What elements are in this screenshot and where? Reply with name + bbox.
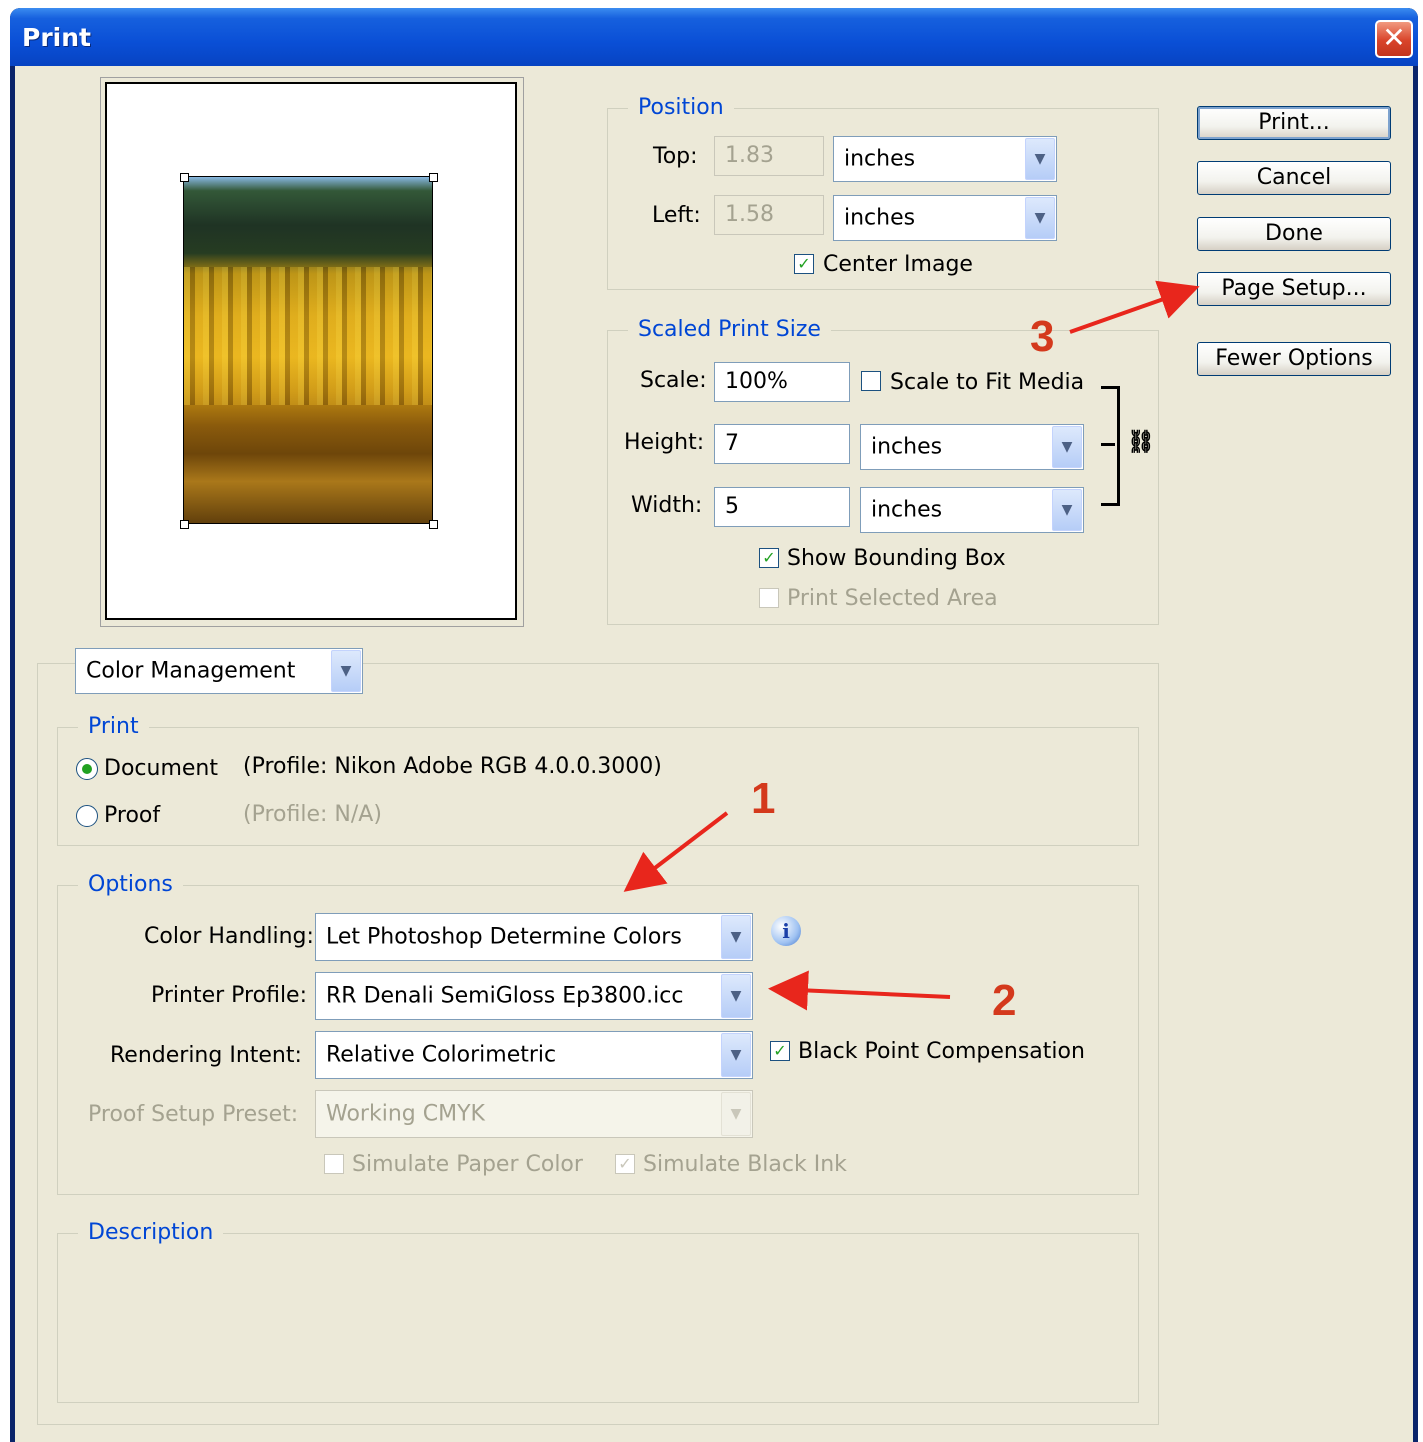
printer-profile-label: Printer Profile: xyxy=(151,983,307,1008)
width-unit-value: inches xyxy=(871,497,943,523)
top-input[interactable]: 1.83 xyxy=(714,136,824,176)
options-legend: Options xyxy=(78,872,183,897)
proof-setup-select[interactable]: Working CMYK ▼ xyxy=(315,1090,753,1138)
left-label: Left: xyxy=(652,203,701,228)
chevron-down-icon[interactable]: ▼ xyxy=(721,1033,751,1077)
proof-radio[interactable] xyxy=(76,805,98,827)
link-bracket-tick xyxy=(1101,443,1115,446)
document-radio[interactable] xyxy=(76,758,98,780)
chevron-down-icon[interactable]: ▼ xyxy=(1052,426,1082,468)
rendering-intent-select[interactable]: Relative Colorimetric ▼ xyxy=(315,1031,753,1079)
proof-setup-label: Proof Setup Preset: xyxy=(88,1102,299,1127)
width-input[interactable]: 5 xyxy=(714,487,850,527)
color-handling-label: Color Handling: xyxy=(144,924,314,949)
chevron-down-icon[interactable]: ▼ xyxy=(721,974,751,1018)
printer-profile-select[interactable]: RR Denali SemiGloss Ep3800.icc ▼ xyxy=(315,972,753,1020)
chevron-down-icon[interactable]: ▼ xyxy=(1052,489,1082,531)
done-button[interactable]: Done xyxy=(1197,217,1391,251)
print-source-legend: Print xyxy=(78,714,149,739)
position-legend: Position xyxy=(628,95,734,120)
info-icon[interactable]: i xyxy=(771,916,801,946)
preview-image[interactable] xyxy=(183,176,433,524)
chevron-down-icon[interactable]: ▼ xyxy=(1025,197,1055,239)
title-bar[interactable]: Print ✕ xyxy=(10,8,1418,66)
simulate-paper-checkbox[interactable] xyxy=(324,1154,344,1174)
document-profile: (Profile: Nikon Adobe RGB 4.0.0.3000) xyxy=(243,754,662,779)
window-title: Print xyxy=(22,23,91,52)
center-image-label: Center Image xyxy=(823,252,973,277)
printer-profile-value: RR Denali SemiGloss Ep3800.icc xyxy=(326,983,684,1009)
height-unit-value: inches xyxy=(871,434,943,460)
height-input[interactable]: 7 xyxy=(714,424,850,464)
center-image-checkbox[interactable]: ✓ xyxy=(794,254,814,274)
chevron-down-icon[interactable]: ▼ xyxy=(331,650,361,692)
close-icon: ✕ xyxy=(1382,21,1406,54)
scaled-legend: Scaled Print Size xyxy=(628,317,831,342)
chevron-down-icon[interactable]: ▼ xyxy=(721,1092,751,1136)
print-selected-area-label: Print Selected Area xyxy=(787,586,998,611)
description-legend: Description xyxy=(78,1220,224,1245)
bounding-handle-tl[interactable] xyxy=(180,173,189,182)
top-unit-select[interactable]: inches ▼ xyxy=(833,136,1057,182)
proof-setup-value: Working CMYK xyxy=(326,1101,485,1127)
scale-to-fit-checkbox[interactable] xyxy=(861,371,881,391)
section-select[interactable]: Color Management ▼ xyxy=(75,648,363,694)
annotation-marker-3: 3 xyxy=(1030,312,1055,361)
annotation-marker-1: 1 xyxy=(751,774,776,823)
rendering-intent-label: Rendering Intent: xyxy=(110,1043,302,1068)
left-unit-value: inches xyxy=(844,205,916,231)
print-button[interactable]: Print... xyxy=(1197,106,1391,140)
width-label: Width: xyxy=(631,493,703,518)
annotation-marker-2: 2 xyxy=(992,976,1017,1025)
width-unit-select[interactable]: inches ▼ xyxy=(860,487,1084,533)
simulate-ink-checkbox[interactable]: ✓ xyxy=(615,1154,635,1174)
print-selected-area-checkbox[interactable] xyxy=(759,588,779,608)
height-label: Height: xyxy=(624,430,705,455)
proof-profile: (Profile: N/A) xyxy=(243,802,382,827)
simulate-paper-label: Simulate Paper Color xyxy=(352,1152,583,1177)
scale-label: Scale: xyxy=(640,368,707,393)
color-handling-select[interactable]: Let Photoshop Determine Colors ▼ xyxy=(315,913,753,961)
description-group: Description xyxy=(57,1220,1139,1403)
height-unit-select[interactable]: inches ▼ xyxy=(860,424,1084,470)
scale-to-fit-label: Scale to Fit Media xyxy=(890,370,1085,395)
bounding-handle-br[interactable] xyxy=(429,520,438,529)
bounding-handle-tr[interactable] xyxy=(429,173,438,182)
simulate-ink-label: Simulate Black Ink xyxy=(643,1152,847,1177)
bounding-handle-bl[interactable] xyxy=(180,520,189,529)
dialog-body: Position Top: 1.83 inches ▼ Left: 1.58 i… xyxy=(15,66,1413,1442)
top-unit-value: inches xyxy=(844,146,916,172)
show-bounding-box-label: Show Bounding Box xyxy=(787,546,1006,571)
black-point-compensation-checkbox[interactable]: ✓ xyxy=(770,1041,790,1061)
proof-label: Proof xyxy=(104,803,161,828)
color-handling-value: Let Photoshop Determine Colors xyxy=(326,924,682,950)
close-button[interactable]: ✕ xyxy=(1375,20,1413,58)
chevron-down-icon[interactable]: ▼ xyxy=(1025,138,1055,180)
page-setup-button[interactable]: Page Setup... xyxy=(1197,272,1391,306)
fewer-options-button[interactable]: Fewer Options xyxy=(1197,342,1391,376)
print-source-group: Print xyxy=(57,714,1139,846)
document-label: Document xyxy=(104,756,218,781)
chevron-down-icon[interactable]: ▼ xyxy=(721,915,751,959)
black-point-compensation-label: Black Point Compensation xyxy=(798,1039,1085,1064)
scale-input[interactable]: 100% xyxy=(714,362,850,402)
top-label: Top: xyxy=(653,144,698,169)
cancel-button[interactable]: Cancel xyxy=(1197,161,1391,195)
left-input[interactable]: 1.58 xyxy=(714,195,824,235)
rendering-intent-value: Relative Colorimetric xyxy=(326,1042,557,1068)
chain-link-icon[interactable]: ⛓ xyxy=(1127,430,1155,455)
print-dialog-window: Print ✕ Position Top: 1.83 inches ▼ Left… xyxy=(10,8,1418,1442)
left-unit-select[interactable]: inches ▼ xyxy=(833,195,1057,241)
link-bracket xyxy=(1101,386,1120,506)
section-select-value: Color Management xyxy=(86,658,296,684)
show-bounding-box-checkbox[interactable]: ✓ xyxy=(759,548,779,568)
